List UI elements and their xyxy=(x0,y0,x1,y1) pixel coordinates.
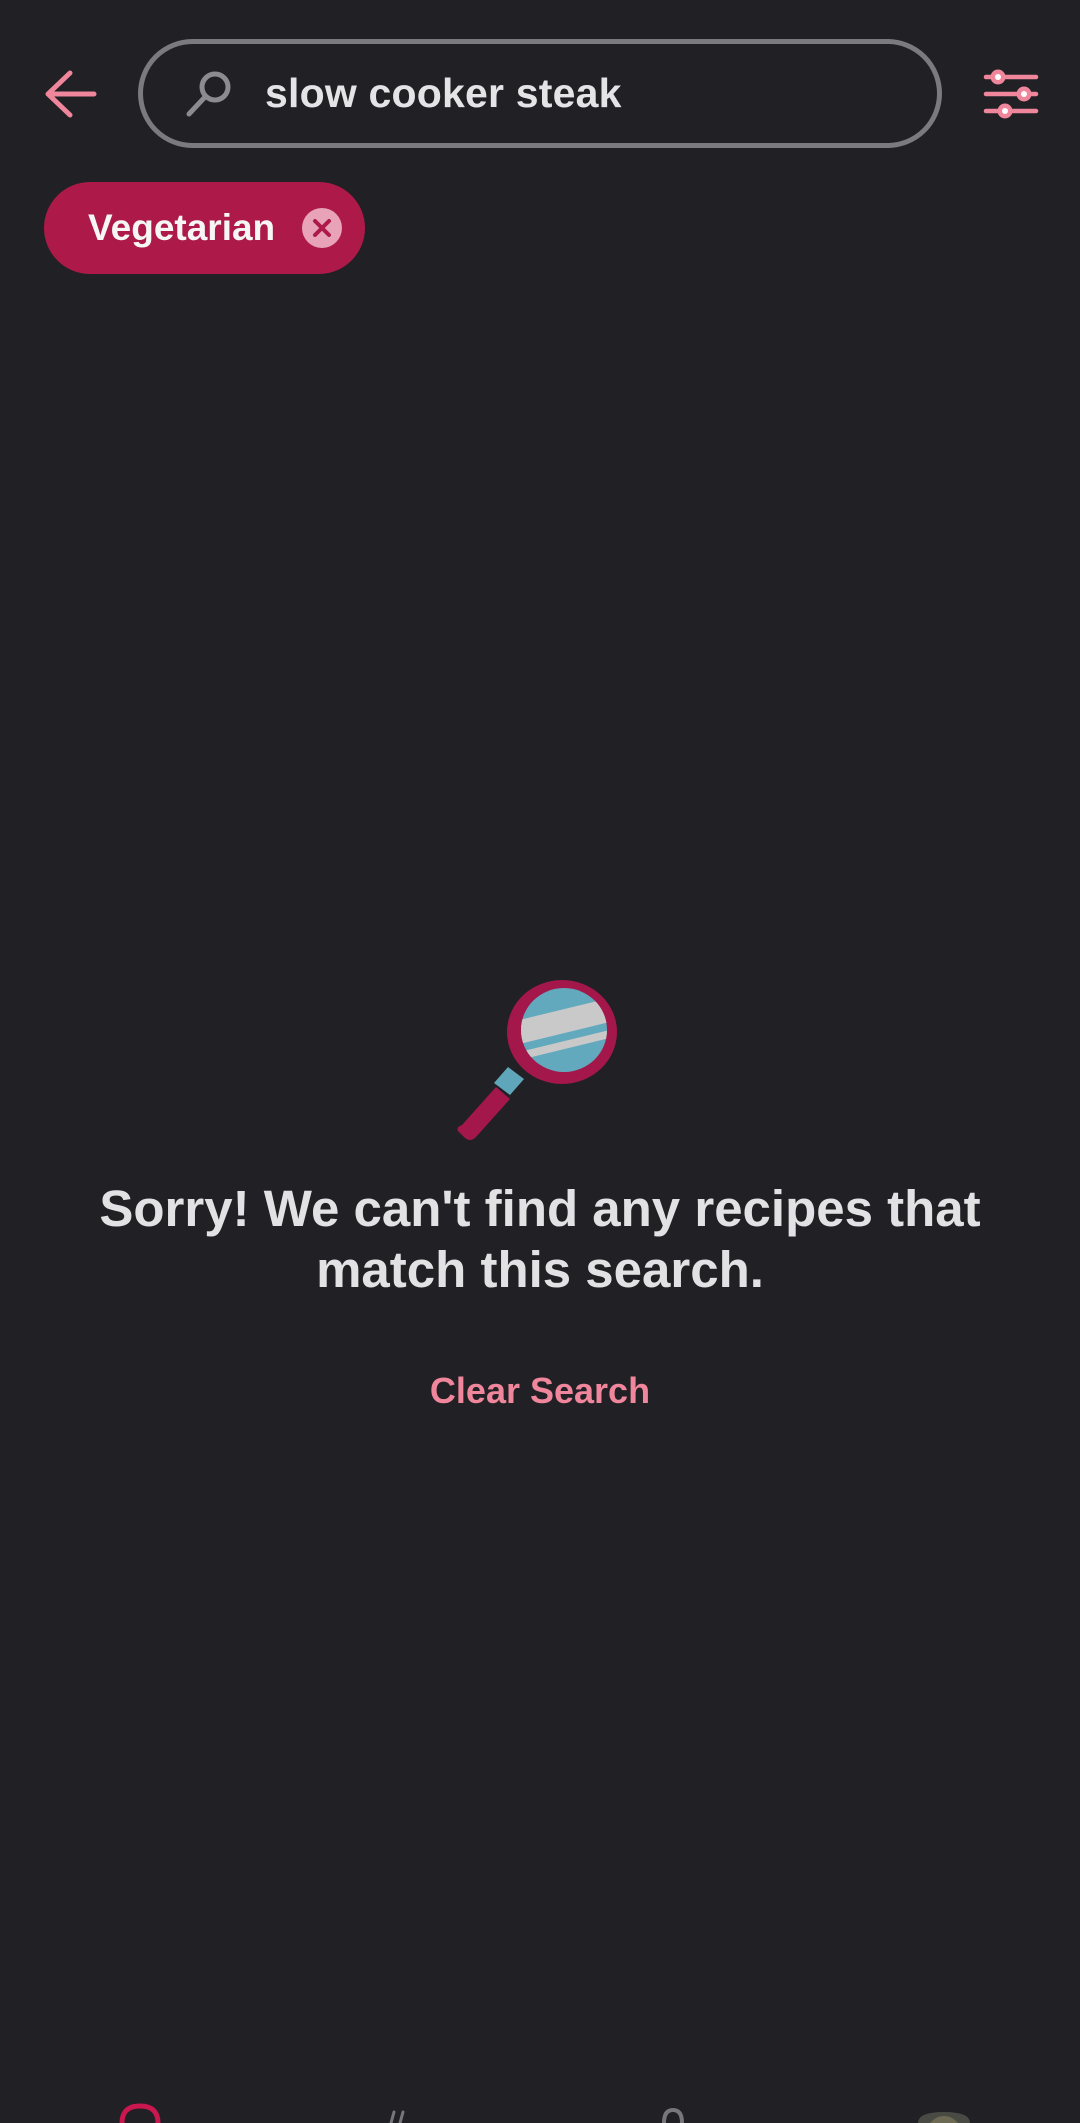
home-icon[interactable] xyxy=(118,2100,162,2123)
search-field[interactable]: slow cooker steak xyxy=(138,39,942,148)
filter-button[interactable] xyxy=(982,66,1040,122)
search-results-screen: slow cooker steak Vegetarian Sorry! We c… xyxy=(0,0,1080,2123)
bottom-navigation xyxy=(0,2100,1080,2123)
close-icon xyxy=(313,219,331,237)
sliders-icon xyxy=(983,69,1039,119)
search-icon xyxy=(183,68,235,120)
search-icon[interactable] xyxy=(660,2100,686,2123)
search-input[interactable]: slow cooker steak xyxy=(265,70,622,117)
profile-avatar[interactable] xyxy=(916,2100,972,2123)
empty-state-message: Sorry! We can't find any recipes that ma… xyxy=(99,1180,981,1298)
magnifying-glass-illustration xyxy=(457,980,617,1140)
chip-label: Vegetarian xyxy=(88,207,276,248)
filter-chip-vegetarian[interactable]: Vegetarian xyxy=(44,182,365,274)
clear-search-button[interactable]: Clear Search xyxy=(390,1370,690,1420)
back-button[interactable] xyxy=(36,60,104,128)
arrow-left-icon xyxy=(45,70,97,118)
recipes-icon[interactable] xyxy=(386,2100,410,2123)
remove-filter-button[interactable] xyxy=(302,208,342,248)
